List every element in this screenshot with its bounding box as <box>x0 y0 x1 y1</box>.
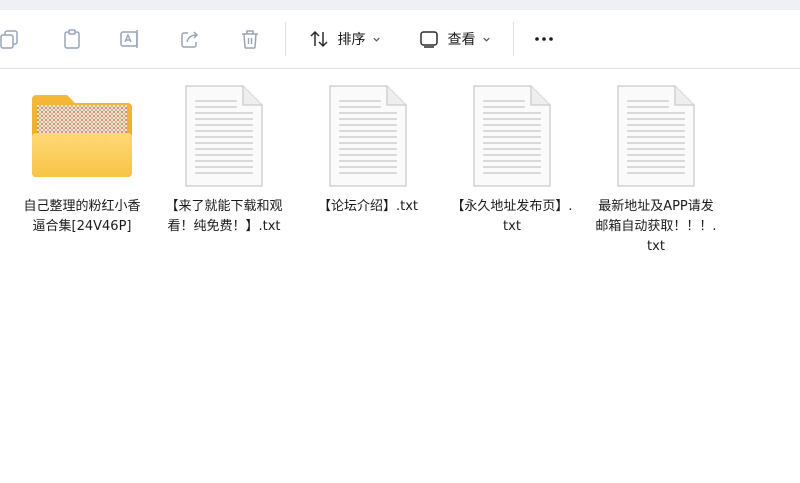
file-name: 自己整理的粉红小香逼合集[24V46P] <box>23 199 141 234</box>
file-name: 最新地址及APP请发邮箱自动获取！！！.txt <box>595 199 717 254</box>
folder-icon <box>27 81 137 191</box>
file-list: 自己整理的粉红小香逼合集[24V46P] 【来了就能下载和观看！纯免费！】.tx… <box>0 69 800 483</box>
chevron-down-icon <box>372 35 381 44</box>
text-file-icon <box>169 81 279 191</box>
more-options-button[interactable] <box>524 19 564 59</box>
file-name: 【来了就能下载和观看！纯免费！】.txt <box>165 199 283 234</box>
file-name: 【论坛介绍】.txt <box>317 199 419 214</box>
more-icon <box>533 28 555 50</box>
file-item-txt[interactable]: 最新地址及APP请发邮箱自动获取！！！.txt <box>595 81 717 257</box>
view-button[interactable]: 查看 <box>408 19 500 59</box>
sort-label: 排序 <box>337 32 366 48</box>
copy-button[interactable] <box>0 19 24 59</box>
rename-icon <box>119 28 141 50</box>
sort-icon <box>308 28 330 50</box>
delete-button[interactable] <box>230 19 270 59</box>
paste-icon <box>61 28 83 50</box>
file-item-txt[interactable]: 【永久地址发布页】.txt <box>451 81 573 237</box>
file-item-folder[interactable]: 自己整理的粉红小香逼合集[24V46P] <box>22 81 142 237</box>
paste-button[interactable] <box>52 19 92 59</box>
sort-button[interactable]: 排序 <box>298 19 390 59</box>
trash-icon <box>239 28 261 50</box>
file-item-txt[interactable]: 【论坛介绍】.txt <box>308 81 428 217</box>
text-file-icon <box>601 81 711 191</box>
toolbar-divider <box>285 22 286 56</box>
view-label: 查看 <box>447 32 476 48</box>
view-icon <box>418 28 440 50</box>
share-icon <box>179 28 201 50</box>
chevron-down-icon <box>482 35 491 44</box>
file-name: 【永久地址发布页】.txt <box>451 199 573 234</box>
command-bar: 排序 查看 <box>0 10 800 69</box>
rename-button[interactable] <box>110 19 150 59</box>
file-item-txt[interactable]: 【来了就能下载和观看！纯免费！】.txt <box>164 81 284 237</box>
share-button[interactable] <box>170 19 210 59</box>
text-file-icon <box>457 81 567 191</box>
toolbar-divider <box>513 22 514 56</box>
copy-icon <box>0 28 21 50</box>
text-file-icon <box>313 81 423 191</box>
